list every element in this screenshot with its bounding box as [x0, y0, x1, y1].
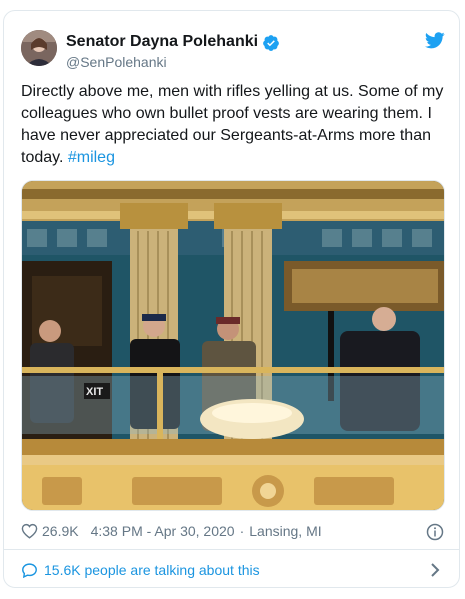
divider — [4, 549, 459, 550]
meta-separator: · — [239, 523, 245, 539]
speech-bubble-icon — [22, 562, 37, 578]
author-handle[interactable]: @SenPolehanki — [66, 54, 167, 70]
heart-icon[interactable] — [21, 523, 38, 539]
exit-sign-text: XIT — [86, 386, 103, 398]
photo-image: XIT — [22, 181, 444, 510]
hashtag-link[interactable]: #mileg — [68, 149, 115, 166]
tweet-meta: 26.9K 4:38 PM - Apr 30, 2020 · Lansing, … — [21, 519, 445, 543]
tweet-card[interactable]: Senator Dayna Polehanki @SenPolehanki Di… — [3, 10, 460, 588]
conversation-link[interactable]: 15.6K people are talking about this — [21, 559, 445, 581]
info-icon[interactable] — [426, 523, 444, 541]
tweet-text: Directly above me, men with rifles yelli… — [21, 81, 445, 169]
avatar[interactable] — [21, 30, 57, 66]
tweet-photo[interactable]: XIT — [21, 180, 445, 511]
location[interactable]: Lansing, MI — [249, 523, 321, 539]
chevron-right-icon[interactable] — [429, 562, 441, 578]
author-name[interactable]: Senator Dayna Polehanki — [66, 33, 258, 51]
twitter-bird-icon[interactable] — [425, 32, 445, 49]
timestamp[interactable]: 4:38 PM - Apr 30, 2020 — [91, 523, 235, 539]
verified-badge-icon — [263, 35, 279, 51]
conversation-text[interactable]: 15.6K people are talking about this — [44, 562, 260, 578]
like-count[interactable]: 26.9K — [42, 523, 79, 539]
